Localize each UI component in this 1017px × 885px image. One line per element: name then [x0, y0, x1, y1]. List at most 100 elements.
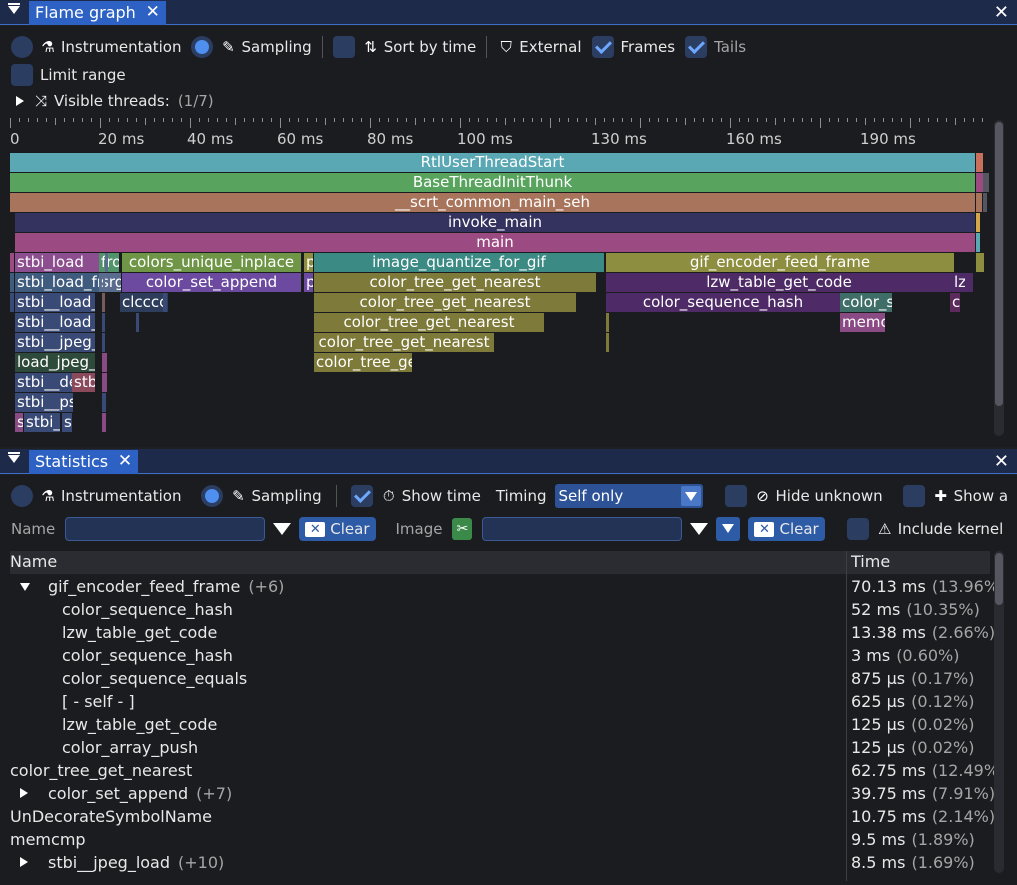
flame-block[interactable]: color_tree_ge: [314, 353, 412, 372]
clear-name-button[interactable]: ✕ Clear: [299, 517, 376, 541]
flame-graph-tab[interactable]: Flame graph ✕: [29, 1, 166, 25]
table-row[interactable]: stbi__jpeg_load (+10) 8.5 ms (1.69%): [10, 851, 990, 874]
flame-block[interactable]: p: [304, 253, 313, 272]
flame-block-sliver[interactable]: [965, 273, 973, 292]
flame-block[interactable]: clcccc: [120, 293, 168, 312]
flame-block[interactable]: color_sequence_hash: [606, 293, 840, 312]
flame-block-sliver[interactable]: [102, 413, 106, 432]
flame-block[interactable]: stbi__load_: [15, 313, 95, 332]
table-row[interactable]: gif_encoder_feed_frame (+6) 70.13 ms (13.96…: [10, 575, 1005, 598]
flame-block-sliver[interactable]: [976, 233, 980, 252]
table-row[interactable]: lzw_table_get_code 125 µs (0.02%): [10, 713, 990, 736]
flame-block[interactable]: color_tree_get_nearest: [314, 313, 544, 332]
flame-block[interactable]: image_quantize_for_gif: [314, 253, 604, 272]
expand-arrow-icon[interactable]: [20, 788, 28, 798]
collapse-panel-icon[interactable]: [8, 3, 20, 14]
close-tab-icon[interactable]: ✕: [146, 1, 160, 24]
flame-block[interactable]: main: [15, 233, 975, 252]
filter-icon[interactable]: [273, 523, 292, 535]
flame-block[interactable]: invoke_main: [15, 213, 975, 232]
name-column-header[interactable]: Name: [10, 552, 57, 571]
table-row[interactable]: color_sequence_hash 52 ms (10.35%): [10, 598, 990, 621]
flame-block-sliver[interactable]: [102, 333, 105, 352]
flame-block[interactable]: gif_encoder_feed_frame: [606, 253, 954, 272]
clear-image-button[interactable]: ✕ Clear: [748, 517, 825, 541]
statistics-tab[interactable]: Statistics ✕: [29, 450, 139, 474]
flame-block-sliver[interactable]: [10, 293, 14, 312]
flame-block-sliver[interactable]: [103, 273, 105, 292]
table-row[interactable]: color_sequence_equals 875 µs (0.17%): [10, 667, 990, 690]
close-panel-icon[interactable]: ✕: [994, 1, 1009, 24]
instrumentation-radio[interactable]: [11, 36, 33, 58]
flame-block-sliver[interactable]: [314, 333, 316, 352]
flame-block[interactable]: stbi__ps: [15, 393, 73, 412]
flame-block[interactable]: s: [62, 413, 72, 432]
table-row[interactable]: color_array_push 125 µs (0.02%): [10, 736, 990, 759]
show-all-checkbox[interactable]: [902, 485, 925, 507]
limit-range-checkbox[interactable]: [11, 64, 33, 86]
flame-block[interactable]: BaseThreadInitThunk: [10, 173, 975, 192]
flame-block[interactable]: load_jpeg_i: [15, 353, 95, 372]
close-tab-icon[interactable]: ✕: [118, 450, 132, 473]
flame-block-sliver[interactable]: [102, 293, 105, 312]
table-row[interactable]: [ - self - ] 625 µs (0.12%): [10, 690, 990, 713]
stats-scrollbar-thumb[interactable]: [995, 553, 1003, 605]
timing-select[interactable]: Self only: [554, 484, 703, 508]
flame-block[interactable]: stbi__jpeg_l: [15, 333, 95, 352]
flame-block-sliver[interactable]: [102, 313, 105, 332]
flame-block-sliver[interactable]: [10, 253, 14, 272]
name-filter-input[interactable]: [65, 517, 266, 541]
image-dropdown-button[interactable]: [716, 517, 741, 541]
flame-block-sliver[interactable]: [102, 353, 107, 372]
stats-scrollbar[interactable]: [994, 551, 1004, 873]
external-toggle[interactable]: External: [519, 38, 581, 56]
table-row[interactable]: memcmp 9.5 ms (1.89%): [10, 828, 990, 851]
include-kernel-checkbox[interactable]: [846, 518, 869, 540]
flame-block-sliver[interactable]: [105, 253, 108, 272]
sort-by-time-checkbox[interactable]: [332, 36, 355, 58]
close-panel-icon[interactable]: ✕: [994, 450, 1009, 473]
flame-block-sliver[interactable]: [163, 293, 167, 312]
flame-block[interactable]: stbi__de: [15, 373, 75, 392]
collapse-panel-icon[interactable]: [8, 452, 20, 463]
flame-block-sliver[interactable]: [102, 393, 106, 412]
flame-block[interactable]: color_tree_get_nearest: [314, 273, 596, 292]
flame-block-sliver[interactable]: [976, 213, 980, 232]
flame-block-sliver[interactable]: [136, 313, 139, 332]
filter-icon[interactable]: [690, 523, 709, 535]
expand-arrow-icon[interactable]: [16, 96, 24, 106]
flame-block[interactable]: stbi_load: [15, 253, 99, 272]
time-column-header[interactable]: Time: [851, 552, 890, 571]
table-row[interactable]: color_sequence_hash 3 ms (0.60%): [10, 644, 990, 667]
image-filter-input[interactable]: [482, 517, 683, 541]
flame-block-sliver[interactable]: [976, 173, 983, 192]
scissors-icon[interactable]: ✂: [452, 518, 473, 540]
flame-block[interactable]: color_set_append: [122, 273, 301, 292]
flame-block[interactable]: color_tree_get_nearest: [314, 333, 494, 352]
hide-unknown-checkbox[interactable]: [724, 485, 747, 507]
flame-scrollbar-thumb[interactable]: [995, 122, 1003, 406]
table-row[interactable]: lzw_table_get_code 13.38 ms (2.66%): [10, 621, 995, 644]
sampling-radio[interactable]: [191, 36, 214, 58]
flame-scrollbar[interactable]: [994, 120, 1004, 436]
flame-block[interactable]: RtlUserThreadStart: [10, 153, 975, 172]
flame-block-sliver[interactable]: [976, 253, 984, 272]
table-row[interactable]: color_set_append (+7) 39.75 ms (7.91%): [10, 782, 995, 805]
flame-block[interactable]: c: [950, 293, 960, 312]
instrumentation-radio[interactable]: [11, 485, 33, 507]
table-row[interactable]: color_tree_get_nearest 62.75 ms (12.49%): [10, 759, 1005, 782]
collapse-arrow-icon[interactable]: [20, 583, 30, 591]
visible-threads-row[interactable]: ⤨ Visible threads: (1/7): [16, 88, 214, 114]
flame-block[interactable]: stbi_: [24, 413, 60, 432]
table-row[interactable]: UnDecorateSymbolName 10.75 ms (2.14%): [10, 805, 995, 828]
flame-block[interactable]: color_s: [840, 293, 892, 312]
flame-block[interactable]: __scrt_common_main_seh: [10, 193, 975, 212]
flame-block[interactable]: stb: [72, 373, 95, 392]
flame-block-sliver[interactable]: [10, 273, 14, 292]
flame-block[interactable]: p: [304, 273, 313, 292]
flame-block-sliver[interactable]: [976, 193, 982, 212]
flame-block-sliver[interactable]: [15, 153, 19, 172]
flame-block[interactable]: colors_unique_inplace: [122, 253, 301, 272]
tails-checkbox[interactable]: [685, 36, 708, 58]
frames-checkbox[interactable]: [591, 36, 614, 58]
